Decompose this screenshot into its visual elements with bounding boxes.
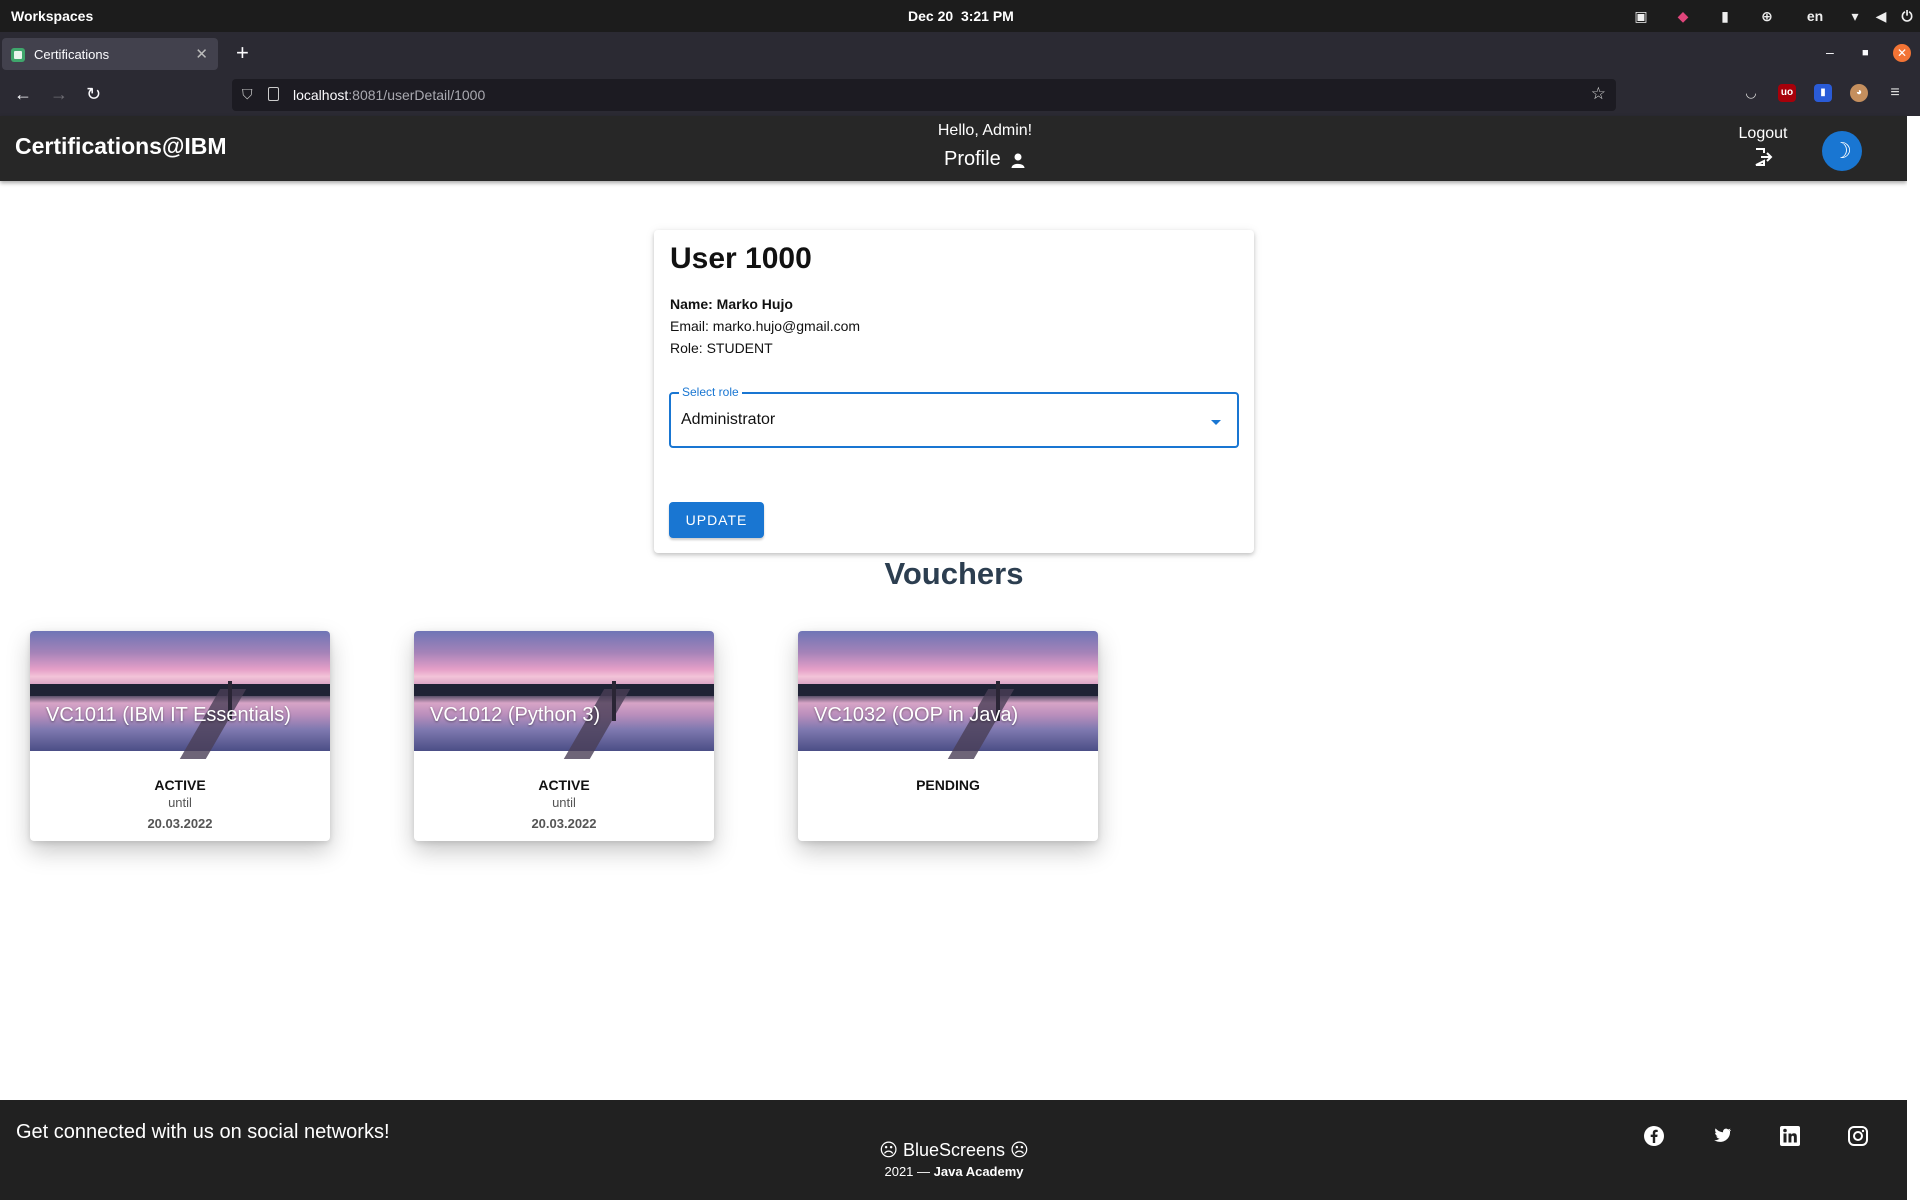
logout-icon	[1738, 147, 1788, 172]
footer-copyright: 2021 — Java Academy	[0, 1164, 1908, 1179]
avatar-extension-icon[interactable]: ◕	[1850, 84, 1868, 102]
voucher-status: ACTIVE	[154, 777, 206, 793]
user-email: Email: marko.hujo@gmail.com	[670, 318, 861, 334]
favicon-icon	[11, 48, 25, 62]
user-detail-card: User 1000 Name: Marko Hujo Email: marko.…	[654, 230, 1254, 553]
clock-date: Dec 20	[908, 8, 954, 24]
copyright-org: Java Academy	[933, 1164, 1024, 1179]
volume-icon[interactable]: ◀	[1868, 8, 1894, 25]
sad-face-icon: ☹	[1010, 1140, 1029, 1160]
role-select[interactable]: Select role Administrator	[669, 385, 1239, 448]
logout-button[interactable]: Logout	[1738, 125, 1788, 172]
browser-tab-bar: Certifications ✕	[0, 32, 1920, 74]
moon-icon: ☽	[1832, 138, 1852, 163]
window-close-icon[interactable]: ✕	[1893, 44, 1911, 62]
app-header: Certifications@IBM Hello, Admin! Profile…	[0, 116, 1907, 181]
shield-icon[interactable]: ⛉	[242, 86, 253, 103]
bookmark-star-icon[interactable]: ☆	[1591, 84, 1606, 104]
voucher-image	[30, 631, 330, 759]
voucher-image	[414, 631, 714, 759]
voucher-image	[798, 631, 1098, 759]
voucher-title: VC1011 (IBM IT Essentials)	[46, 704, 291, 726]
battery-status-icon[interactable]: ▮	[1704, 8, 1746, 25]
voucher-card[interactable]: VC1032 (OOP in Java) PENDING	[798, 631, 1098, 841]
vouchers-title: Vouchers	[884, 556, 1024, 591]
ublock-icon[interactable]: uo	[1778, 84, 1796, 102]
pocket-icon[interactable]: ◡	[1742, 84, 1760, 102]
screen-share-icon[interactable]: ▣	[1620, 8, 1662, 25]
app-indicator-icon[interactable]: ◆	[1662, 8, 1704, 25]
voucher-status: ACTIVE	[538, 777, 590, 793]
voucher-until: until	[552, 795, 576, 810]
minimize-icon[interactable]: –	[1826, 44, 1834, 60]
url-bar[interactable]: ⛉ localhost:8081/userDetail/1000 ☆	[232, 79, 1616, 111]
system-tray: ▣ ◆ ▮ ⊕ en ▾ ◀ ⏻	[1620, 0, 1920, 32]
accessibility-icon[interactable]: ⊕	[1746, 8, 1788, 25]
voucher-date: 20.03.2022	[531, 816, 597, 831]
update-button[interactable]: UPDATE	[669, 502, 764, 538]
maximize-icon[interactable]: ■	[1862, 47, 1869, 59]
voucher-card[interactable]: VC1011 (IBM IT Essentials) ACTIVE until …	[30, 631, 330, 841]
language-indicator[interactable]: en	[1788, 8, 1842, 24]
footer-brand: ☹ BlueScreens ☹	[0, 1140, 1908, 1161]
os-top-bar: Workspaces Dec 20 3:21 PM ▣ ◆ ▮ ⊕ en ▾ ◀…	[0, 0, 1920, 32]
menu-icon[interactable]: ≡	[1886, 84, 1904, 102]
voucher-date: 20.03.2022	[147, 816, 213, 831]
back-icon[interactable]: ←	[14, 84, 32, 105]
sad-face-icon: ☹	[879, 1140, 898, 1160]
profile-link[interactable]: Profile	[944, 148, 1026, 171]
user-name: Name: Marko Hujo	[670, 296, 793, 312]
voucher-title: VC1032 (OOP in Java)	[814, 704, 1019, 726]
extension-icon[interactable]: ▮	[1814, 84, 1832, 102]
wifi-icon[interactable]: ▾	[1842, 8, 1868, 25]
footer: Get connected with us on social networks…	[0, 1100, 1907, 1200]
user-role: Role: STUDENT	[670, 340, 773, 356]
url-text[interactable]: localhost:8081/userDetail/1000	[293, 87, 485, 103]
logout-label: Logout	[1738, 125, 1788, 142]
clock[interactable]: Dec 20 3:21 PM	[908, 8, 1014, 24]
forward-icon[interactable]: →	[50, 84, 68, 105]
workspaces-button[interactable]: Workspaces	[11, 8, 93, 24]
browser-nav-bar: ← → ↻ ⛉ localhost:8081/userDetail/1000 ☆	[0, 74, 1920, 116]
greeting: Hello, Admin!	[937, 122, 1033, 139]
new-tab-icon[interactable]: +	[236, 40, 249, 66]
user-title: User 1000	[670, 242, 812, 275]
clock-time: 3:21 PM	[960, 8, 1014, 24]
person-icon	[1011, 153, 1025, 168]
power-icon[interactable]: ⏻	[1894, 8, 1920, 25]
profile-label: Profile	[944, 148, 1001, 170]
page-scrollbar[interactable]	[1907, 116, 1920, 1200]
role-select-label: Select role	[679, 385, 742, 399]
page-info-icon[interactable]	[268, 87, 279, 101]
tab-certifications[interactable]: Certifications ✕	[2, 38, 218, 70]
tab-title: Certifications	[34, 47, 110, 62]
voucher-card[interactable]: VC1012 (Python 3) ACTIVE until 20.03.202…	[414, 631, 714, 841]
voucher-status: PENDING	[916, 777, 980, 793]
reload-icon[interactable]: ↻	[86, 84, 101, 105]
footer-brand-name: BlueScreens	[902, 1140, 1006, 1160]
voucher-until: until	[168, 795, 192, 810]
copyright-year: 2021 —	[884, 1164, 931, 1179]
dropdown-arrow-icon[interactable]	[1211, 420, 1221, 425]
voucher-title: VC1012 (Python 3)	[430, 704, 601, 726]
role-select-value: Administrator	[681, 411, 776, 428]
theme-toggle-button[interactable]: ☽	[1822, 131, 1862, 171]
close-tab-icon[interactable]: ✕	[195, 45, 208, 63]
